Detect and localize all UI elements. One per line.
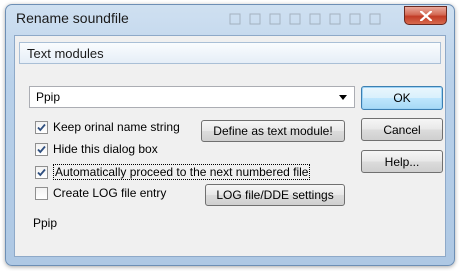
checkmark-icon: [37, 123, 46, 131]
hide-dialog-label: Hide this dialog box: [53, 142, 158, 156]
combobox-value: Ppip: [36, 90, 61, 104]
dialog-client-area: Text modules Ppip OK Cancel Help... Defi…: [14, 35, 446, 257]
ok-button[interactable]: OK: [361, 86, 443, 110]
auto-proceed-checkbox[interactable]: [35, 165, 48, 179]
close-icon: [419, 10, 432, 21]
background-toolbar-icons: [229, 13, 381, 25]
auto-proceed-checkbox-row[interactable]: Automatically proceed to the next number…: [35, 164, 311, 180]
log-entry-checkbox-row[interactable]: Create LOG file entry: [35, 186, 166, 200]
text-module-combobox[interactable]: Ppip: [29, 86, 355, 108]
status-text: Ppip: [33, 216, 58, 230]
chevron-down-icon[interactable]: [339, 95, 347, 100]
cancel-button[interactable]: Cancel: [361, 118, 443, 141]
rename-soundfile-dialog: Rename soundfile Text modules Ppip OK Ca…: [5, 4, 455, 266]
hide-dialog-checkbox-row[interactable]: Hide this dialog box: [35, 142, 158, 156]
group-title: Text modules: [27, 46, 104, 61]
checkmark-icon: [37, 145, 46, 153]
keep-name-label: Keep orinal name string: [53, 120, 180, 134]
help-button[interactable]: Help...: [361, 150, 443, 173]
title-bar[interactable]: Rename soundfile: [6, 5, 454, 35]
log-settings-button[interactable]: LOG file/DDE settings: [205, 184, 345, 206]
log-entry-checkbox[interactable]: [35, 186, 48, 200]
define-text-module-button[interactable]: Define as text module!: [201, 120, 345, 142]
checkmark-icon: [37, 168, 46, 176]
hide-dialog-checkbox[interactable]: [35, 142, 48, 156]
keep-name-checkbox[interactable]: [35, 120, 48, 134]
text-modules-header: Text modules: [19, 42, 441, 64]
log-entry-label: Create LOG file entry: [53, 186, 167, 200]
keep-name-checkbox-row[interactable]: Keep orinal name string: [35, 120, 180, 134]
auto-proceed-label: Automatically proceed to the next number…: [53, 164, 311, 180]
window-title: Rename soundfile: [16, 10, 129, 26]
close-button[interactable]: [404, 6, 447, 25]
